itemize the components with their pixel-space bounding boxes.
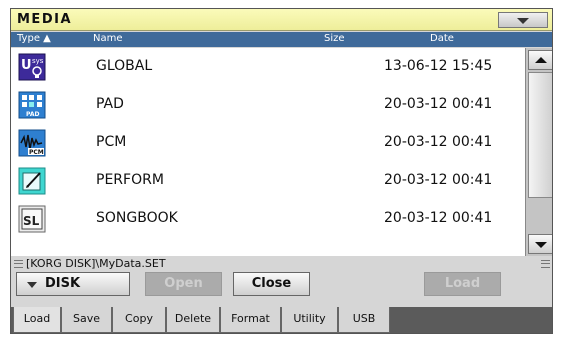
column-date[interactable]: Date — [430, 33, 454, 44]
scroll-up-button[interactable] — [528, 50, 552, 70]
current-path: [KORG DISK]\MyData.SET — [26, 257, 166, 270]
device-label: DISK — [45, 276, 81, 291]
media-window: MEDIA Type ▲ Name Size Date U sys GLOBAL… — [10, 8, 553, 334]
file-date: 20-03-12 00:41 — [384, 134, 493, 150]
page-menu-button[interactable] — [498, 12, 548, 28]
column-name[interactable]: Name — [93, 33, 123, 44]
file-date: 20-03-12 00:41 — [384, 172, 493, 188]
arrow-up-icon — [535, 57, 547, 63]
header-bar: MEDIA — [11, 9, 552, 31]
tab-delete[interactable]: Delete — [166, 307, 220, 333]
file-row[interactable]: PERFORM 20-03-12 00:41 — [11, 162, 525, 200]
file-name: PAD — [96, 96, 124, 112]
list-scrollbar[interactable] — [525, 48, 552, 256]
tab-copy[interactable]: Copy — [112, 307, 166, 333]
tab-usb[interactable]: USB — [338, 307, 390, 333]
svg-text:PAD: PAD — [26, 111, 39, 118]
svg-text:PCM: PCM — [29, 149, 44, 156]
chevron-down-icon — [27, 282, 37, 288]
sort-ascending-icon: ▲ — [43, 33, 51, 44]
file-name: PERFORM — [96, 172, 164, 188]
load-button[interactable]: Load — [424, 272, 501, 296]
tab-utility[interactable]: Utility — [281, 307, 338, 333]
scroll-thumb[interactable] — [528, 72, 552, 198]
file-name: PCM — [96, 134, 127, 150]
perform-file-icon — [18, 167, 46, 195]
tab-load[interactable]: Load — [13, 307, 61, 333]
tab-format[interactable]: Format — [220, 307, 281, 333]
grip-icon — [14, 260, 23, 268]
file-list: U sys GLOBAL 13-06-12 15:45 PAD PAD 20-0… — [11, 48, 525, 256]
svg-text:SL: SL — [23, 214, 40, 228]
column-header: Type ▲ Name Size Date — [11, 32, 552, 47]
file-row[interactable]: PCM PCM 20-03-12 00:41 — [11, 124, 525, 162]
svg-text:sys: sys — [32, 57, 44, 65]
file-row[interactable]: SL SONGBOOK 20-03-12 00:41 — [11, 200, 525, 238]
chevron-down-icon — [517, 18, 529, 24]
file-date: 20-03-12 00:41 — [384, 96, 493, 112]
column-type[interactable]: Type ▲ — [17, 33, 51, 44]
tab-bar: Load Save Copy Delete Format Utility USB — [11, 307, 552, 333]
close-button[interactable]: Close — [233, 272, 310, 296]
file-row[interactable]: PAD PAD 20-03-12 00:41 — [11, 86, 525, 124]
tab-save[interactable]: Save — [61, 307, 112, 333]
path-bar: [KORG DISK]\MyData.SET — [11, 257, 552, 271]
arrow-down-icon — [535, 242, 547, 248]
svg-text:U: U — [21, 58, 32, 73]
grip-icon — [541, 260, 550, 268]
column-type-label: Type — [17, 33, 40, 44]
device-select[interactable]: DISK — [16, 272, 130, 296]
scroll-down-button[interactable] — [528, 234, 552, 254]
file-name: SONGBOOK — [96, 210, 178, 226]
file-date: 13-06-12 15:45 — [384, 58, 493, 74]
songbook-file-icon: SL — [18, 205, 46, 233]
file-row[interactable]: U sys GLOBAL 13-06-12 15:45 — [11, 48, 525, 86]
page-title: MEDIA — [17, 12, 73, 27]
open-button[interactable]: Open — [145, 272, 222, 296]
file-date: 20-03-12 00:41 — [384, 210, 493, 226]
file-name: GLOBAL — [96, 58, 153, 74]
column-size[interactable]: Size — [324, 33, 345, 44]
pad-file-icon: PAD — [18, 91, 46, 119]
global-file-icon: U sys — [18, 53, 46, 81]
pcm-file-icon: PCM — [18, 129, 46, 157]
